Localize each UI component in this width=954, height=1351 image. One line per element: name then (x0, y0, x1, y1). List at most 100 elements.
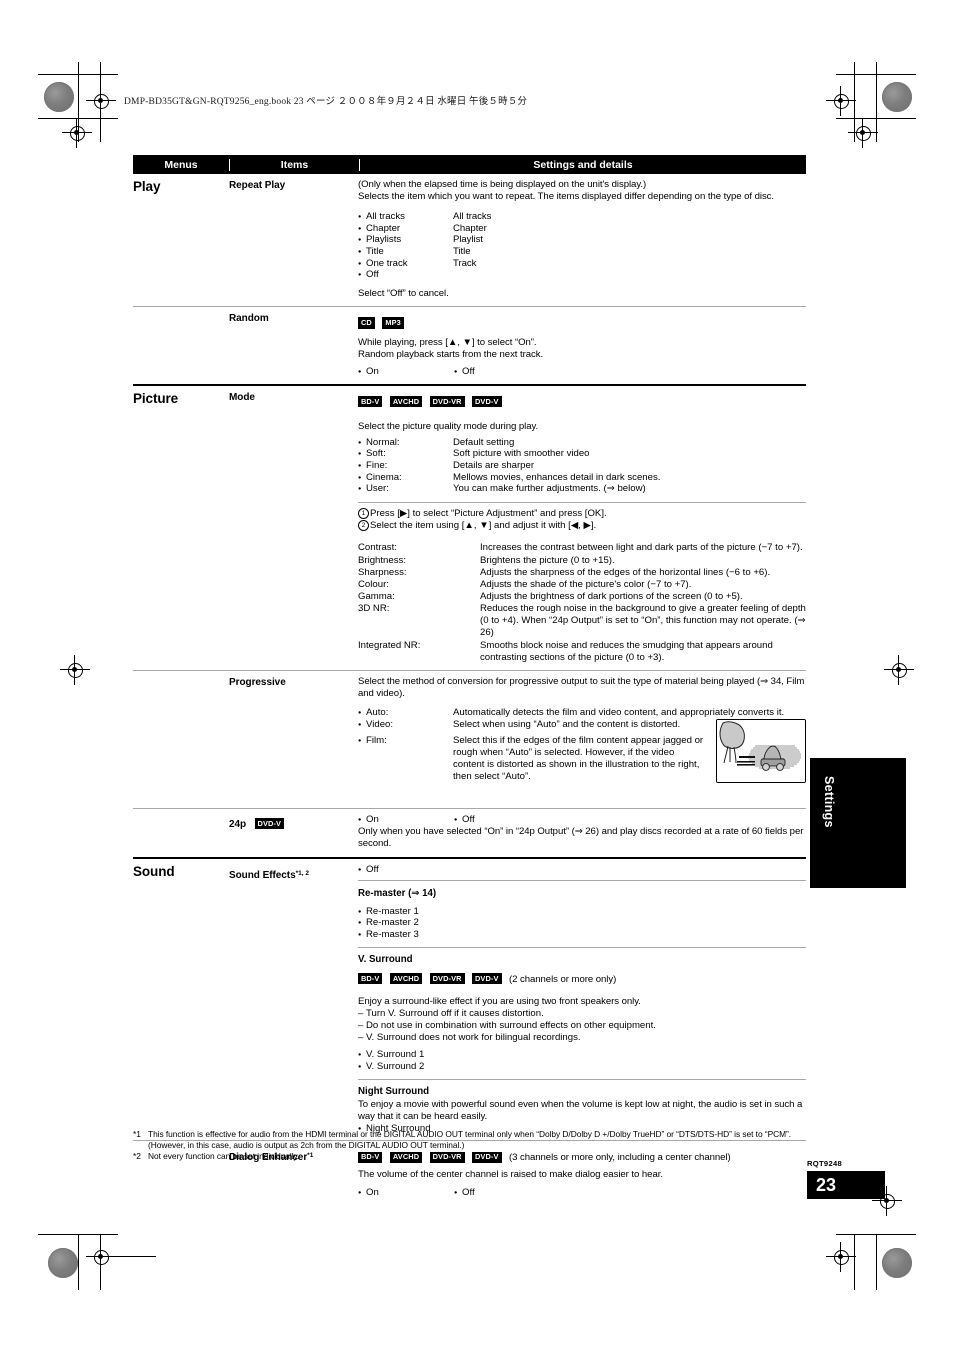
mode-option[interactable]: User: You can make further adjustments. (… (358, 483, 806, 495)
option-off[interactable]: Off (454, 814, 550, 826)
group-title-remaster: Re-master (⇒ 14) (358, 888, 437, 900)
step-number: 2 (358, 520, 369, 532)
v-surround-options: V. Surround 1 V. Surround 2 (358, 1049, 806, 1073)
option-item[interactable]: V. Surround 1 (358, 1049, 806, 1061)
settings-cell-sound-effects: Off Re-master (⇒ 14) Re-master 1 Re-mast… (358, 859, 806, 1141)
crop-line-bottom-right-v (876, 1234, 878, 1290)
mode-option-label: Soft: (366, 448, 386, 460)
item-label-repeat-play: Repeat Play (229, 180, 286, 191)
disc-badge-bdv: BD-V (358, 396, 383, 408)
option-on[interactable]: On (358, 1187, 454, 1199)
mode-option[interactable]: Fine: Details are sharper (358, 460, 806, 472)
option-off[interactable]: Off (454, 1187, 550, 1199)
disc-badge-bdv: BD-V (358, 973, 383, 985)
option-on[interactable]: On (358, 814, 454, 826)
adjustment-label: Integrated NR: (358, 639, 421, 651)
mode-option-desc: Mellows movies, enhances detail in dark … (453, 471, 661, 483)
step-number: 1 (358, 508, 369, 520)
progressive-option[interactable]: Auto: Automatically detects the film and … (358, 707, 806, 719)
adjustment-row[interactable]: Gamma: Adjusts the brightness of dark por… (358, 591, 806, 603)
mode-option[interactable]: Soft: Soft picture with smoother video (358, 448, 806, 460)
column-header-menus: Menus (164, 158, 198, 171)
option-item[interactable]: Chapter (358, 223, 453, 235)
repeat-play-cancel-note: Select “Off” to cancel. (358, 287, 449, 299)
picture-adjustment-step-1: 1 Press [▶] to select “Picture Adjustment… (358, 508, 806, 520)
item-footnote-ref: *1, 2 (295, 869, 309, 877)
option-item[interactable]: Off (358, 269, 453, 281)
option-disc-type: Playlist (453, 234, 483, 246)
adjustment-row[interactable]: Sharpness: Adjusts the sharpness of the e… (358, 567, 806, 579)
option-disc-type: Track (453, 257, 477, 269)
adjustment-desc: Reduces the rough noise in the backgroun… (480, 603, 806, 639)
footnote-text: Not every function can be set individual… (148, 1151, 300, 1162)
menu-cell-empty (133, 671, 229, 676)
footnote-marker: *2 (133, 1151, 141, 1162)
remaster-options: Re-master 1 Re-master 2 Re-master 3 (358, 906, 806, 941)
adjustment-label: Brightness: (358, 554, 406, 566)
adjustment-label: Contrast: (358, 542, 397, 554)
adjustment-row[interactable]: Contrast: Increases the contrast between … (358, 542, 806, 555)
footnote-text: This function is effective for audio fro… (148, 1129, 792, 1150)
random-line1: While playing, press [▲, ▼] to select “O… (358, 336, 537, 348)
adjustment-row[interactable]: Integrated NR: Smooths block noise and re… (358, 640, 806, 664)
dialog-enhancer-options: On Off (358, 1187, 806, 1199)
table-row: Sound Sound Effects*1, 2 Off Re-master (… (133, 856, 806, 1141)
option-item[interactable]: Re-master 1 (358, 906, 806, 918)
mode-option-desc: Details are sharper (453, 459, 535, 471)
disc-badge-mp3: MP3 (382, 317, 404, 329)
group-title-night-surround: Night Surround (358, 1086, 430, 1098)
picture-adjustment-step-2: 2 Select the item using [▲, ▼] and adjust… (358, 520, 806, 532)
group-title-v-surround: V. Surround (358, 954, 413, 966)
mode-option-desc: Soft picture with smoother video (453, 448, 590, 460)
option-item[interactable]: Re-master 2 (358, 917, 806, 929)
option-item[interactable]: V. Surround 2 (358, 1061, 806, 1073)
random-options: On Off (358, 366, 806, 378)
adjustment-row[interactable]: 3D NR: Reduces the rough noise in the bac… (358, 603, 806, 639)
disc-badge-cd: CD (358, 317, 375, 329)
adjustment-row[interactable]: Brightness: Brightens the picture (0 to +… (358, 555, 806, 567)
adjustment-desc: Adjusts the sharpness of the edges of th… (480, 566, 771, 578)
item-label-mode: Mode (229, 391, 255, 403)
item-cell-sound-effects: Sound Effects*1, 2 (229, 859, 358, 883)
24p-options: On Off (358, 814, 806, 826)
random-line2: Random playback starts from the next tra… (358, 348, 544, 360)
settings-cell-random: CD MP3 While playing, press [▲, ▼] to se… (358, 307, 806, 384)
adjustment-row[interactable]: Colour: Adjusts the shade of the picture'… (358, 579, 806, 591)
option-item[interactable]: Playlists (358, 234, 453, 246)
side-tab-label: Settings (822, 776, 836, 828)
option-item[interactable]: All tracks (358, 211, 453, 223)
option-item[interactable]: Re-master 3 (358, 929, 806, 941)
option-on[interactable]: On (358, 366, 454, 378)
adjustment-desc: Adjusts the brightness of dark portions … (480, 591, 743, 603)
option-disc-type: Chapter (453, 222, 487, 234)
mode-option[interactable]: Normal: Default setting (358, 437, 806, 449)
page-number-block: 23 (807, 1171, 885, 1199)
side-tab-settings: Settings (810, 758, 906, 888)
mode-option-label: User: (366, 483, 389, 495)
adjustment-desc: Adjusts the shade of the picture's color… (480, 579, 692, 591)
mode-option[interactable]: Cinema: Mellows movies, enhances detail i… (358, 472, 806, 484)
registration-dot-top-left (44, 82, 74, 112)
registration-mark-bottom-right (826, 1242, 856, 1272)
disc-badges-random: CD MP3 (358, 313, 806, 331)
repeat-play-options: All tracks Chapter Playlists Title One t… (358, 211, 806, 281)
dialog-enhancer-note: The volume of the center channel is rais… (358, 1169, 663, 1181)
table-row: Play Repeat Play (Only when the elapsed … (133, 174, 806, 306)
repeat-play-note1: (Only when the elapsed time is being dis… (358, 179, 647, 190)
distorted-video-illustration (716, 718, 806, 783)
mode-option-list: Normal: Default setting Soft: Soft picture… (358, 437, 806, 495)
item-cell-24p: 24p DVD-V (229, 809, 358, 832)
table-row: 24p DVD-V On Off Only when you have sele… (133, 807, 806, 857)
option-off[interactable]: Off (358, 864, 806, 876)
option-item[interactable]: Title (358, 246, 453, 258)
progressive-intro: Select the method of conversion for prog… (358, 675, 805, 699)
option-item[interactable]: One track (358, 258, 453, 270)
note-item: V. Surround does not work for bilingual … (358, 1032, 806, 1044)
table-row: Progressive Select the method of convers… (133, 669, 806, 808)
disc-badge-avchd: AVCHD (389, 973, 423, 985)
adjustment-desc: Brightens the picture (0 to +15). (480, 554, 615, 566)
option-off[interactable]: Off (454, 366, 550, 378)
registration-mark-mid-left (60, 655, 90, 685)
registration-dot-bottom-left (48, 1248, 78, 1278)
disc-badge-dvdvr: DVD-VR (429, 396, 465, 408)
